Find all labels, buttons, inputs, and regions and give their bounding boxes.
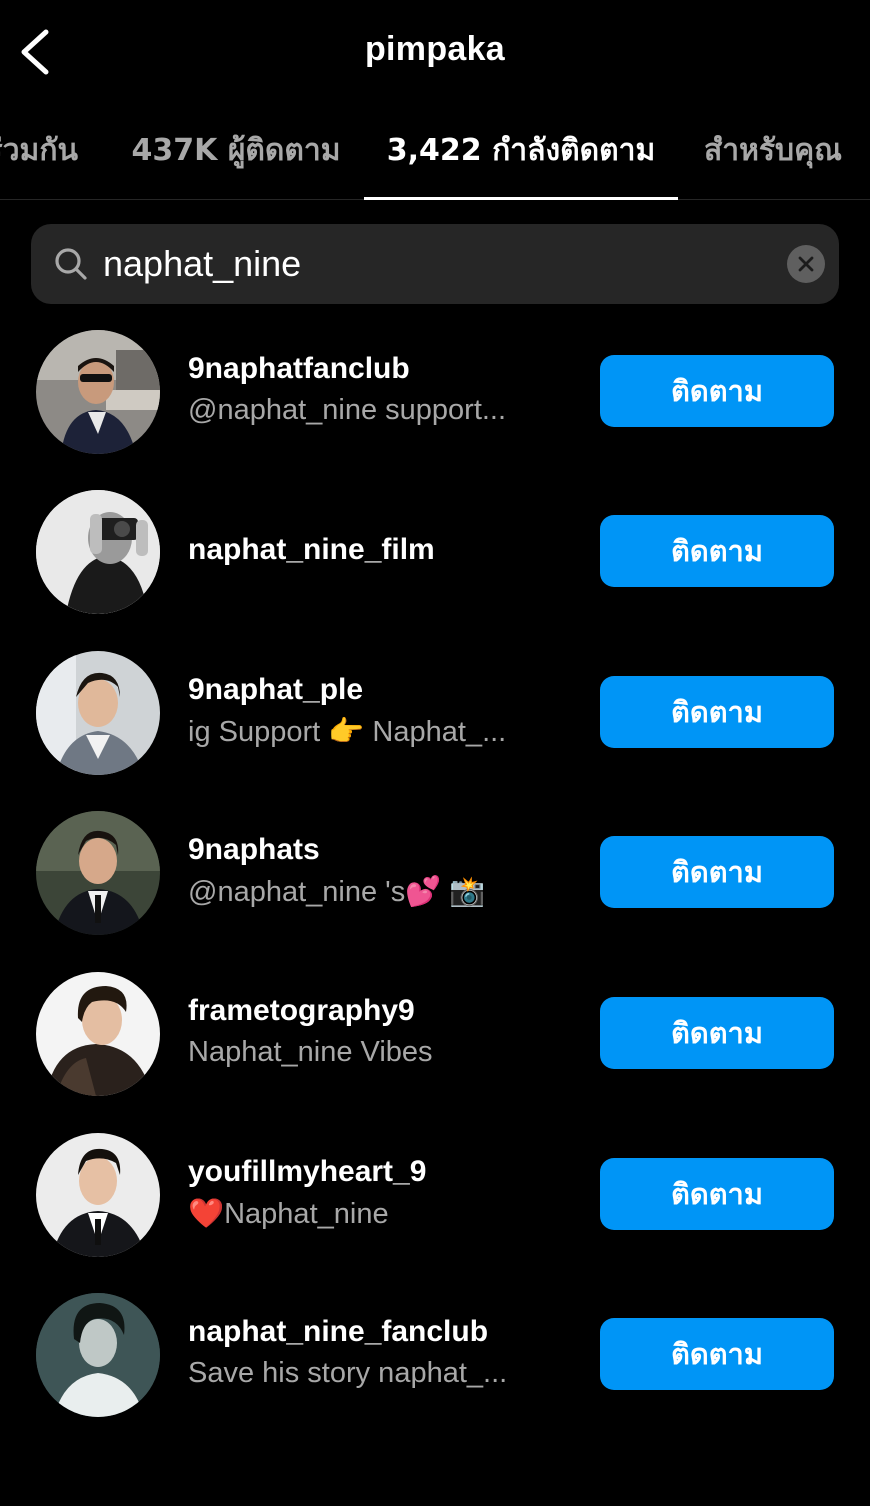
tab-followers[interactable]: 437K ผู้ติดตาม <box>118 104 354 200</box>
tab-following[interactable]: 3,422 กำลังติดตาม <box>364 104 678 200</box>
list-item: youfillmyheart_9 ❤️Naphat_nine ติดตาม <box>0 1133 870 1259</box>
list-item: 9naphatfanclub @naphat_nine support... ต… <box>0 330 870 456</box>
account-subtitle: @naphat_nine support... <box>188 394 507 426</box>
avatar[interactable] <box>36 330 160 454</box>
account-subtitle: ig Support 👉 Naphat_... <box>188 716 507 748</box>
list-item: naphat_nine_film ติดตาม <box>0 490 870 616</box>
avatar[interactable] <box>36 1133 160 1257</box>
follow-button[interactable]: ติดตาม <box>600 997 834 1069</box>
active-tab-indicator <box>364 197 678 200</box>
list-item: frametography9 Naphat_nine Vibes ติดตาม <box>0 972 870 1098</box>
close-icon <box>798 256 814 272</box>
account-subtitle: Naphat_nine Vibes <box>188 1036 433 1068</box>
username[interactable]: naphat_nine_fanclub <box>188 1315 488 1349</box>
clear-search-button[interactable] <box>787 245 825 283</box>
search-input[interactable] <box>103 224 743 304</box>
follow-button[interactable]: ติดตาม <box>600 1318 834 1390</box>
list-item: 9naphat_ple ig Support 👉 Naphat_... ติดต… <box>0 651 870 777</box>
search-icon <box>55 248 87 280</box>
search-bar <box>31 224 839 304</box>
follow-button[interactable]: ติดตาม <box>600 676 834 748</box>
list-item: 9naphats @naphat_nine 's💕 📸 ติดตาม <box>0 811 870 937</box>
username[interactable]: 9naphatfanclub <box>188 352 410 386</box>
follow-button[interactable]: ติดตาม <box>600 515 834 587</box>
account-texts: 9naphat_ple ig Support 👉 Naphat_... <box>188 651 583 775</box>
account-subtitle: Save his story naphat_... <box>188 1357 508 1389</box>
avatar[interactable] <box>36 1293 160 1417</box>
account-texts: 9naphatfanclub @naphat_nine support... <box>188 330 583 454</box>
following-screen: pimpaka ร่วมกัน 437K ผู้ติดตาม 3,422 กำล… <box>0 0 870 1506</box>
follow-button[interactable]: ติดตาม <box>600 1158 834 1230</box>
header: pimpaka <box>0 0 870 104</box>
username[interactable]: naphat_nine_film <box>188 533 435 567</box>
avatar[interactable] <box>36 490 160 614</box>
avatar[interactable] <box>36 811 160 935</box>
avatar[interactable] <box>36 651 160 775</box>
account-texts: 9naphats @naphat_nine 's💕 📸 <box>188 811 583 935</box>
username[interactable]: youfillmyheart_9 <box>188 1155 426 1189</box>
account-subtitle: @naphat_nine 's💕 📸 <box>188 876 486 908</box>
account-texts: youfillmyheart_9 ❤️Naphat_nine <box>188 1133 583 1257</box>
account-texts: naphat_nine_fanclub Save his story napha… <box>188 1293 583 1417</box>
tab-for-you[interactable]: สำหรับคุณ <box>690 104 870 200</box>
username[interactable]: 9naphat_ple <box>188 673 363 707</box>
avatar[interactable] <box>36 972 160 1096</box>
account-texts: naphat_nine_film <box>188 490 583 614</box>
account-subtitle: ❤️Naphat_nine <box>188 1198 389 1230</box>
page-title: pimpaka <box>364 30 506 68</box>
account-texts: frametography9 Naphat_nine Vibes <box>188 972 583 1096</box>
list-item: naphat_nine_fanclub Save his story napha… <box>0 1293 870 1419</box>
username[interactable]: frametography9 <box>188 994 415 1028</box>
follow-button[interactable]: ติดตาม <box>600 355 834 427</box>
tab-mutual[interactable]: ร่วมกัน <box>0 104 78 200</box>
username[interactable]: 9naphats <box>188 833 320 867</box>
follow-button[interactable]: ติดตาม <box>600 836 834 908</box>
tab-bar: ร่วมกัน 437K ผู้ติดตาม 3,422 กำลังติดตาม… <box>0 104 870 200</box>
